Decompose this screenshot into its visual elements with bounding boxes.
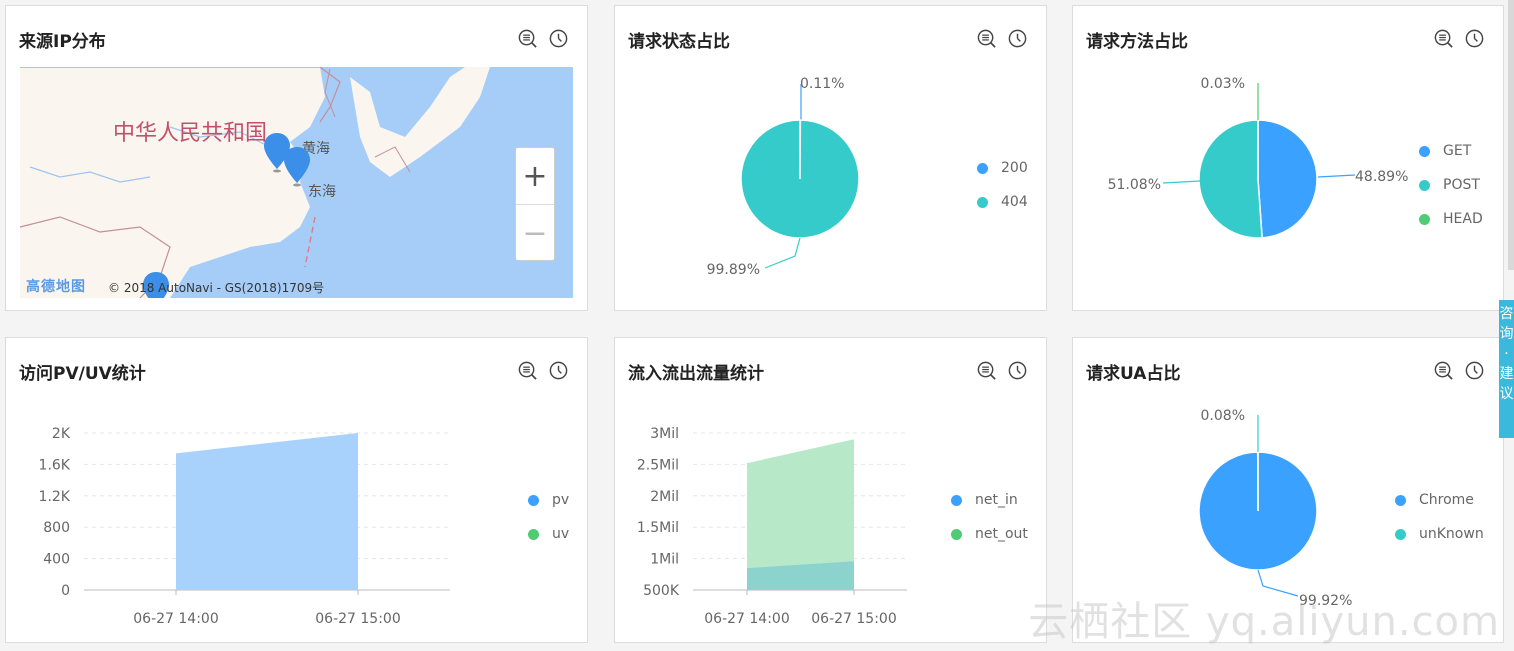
status-ratio-card: 请求状态占比 0.11% 99.89% 200 404 <box>614 5 1047 311</box>
pie-label-line <box>1317 174 1356 178</box>
y-tick-label: 1.5Mil <box>637 520 679 536</box>
card-title: 来源IP分布 <box>19 32 106 52</box>
legend-label: 404 <box>1001 194 1028 210</box>
y-tick-label: 1.2K <box>39 489 71 505</box>
y-tick-label: 1Mil <box>650 552 679 568</box>
pie-data-label: 0.08% <box>1201 408 1245 424</box>
legend-label: net_out <box>975 526 1028 542</box>
legend-dot <box>1395 494 1406 506</box>
pie-label-line <box>1162 180 1201 184</box>
legend-item[interactable]: uv <box>528 517 569 551</box>
legend-label: pv <box>552 492 570 508</box>
legend-item[interactable]: GET <box>1419 134 1483 168</box>
card-actions <box>517 28 569 49</box>
legend-label: HEAD <box>1443 211 1483 227</box>
legend-item[interactable]: 404 <box>977 185 1028 219</box>
y-tick-label: 800 <box>43 520 70 536</box>
legend-item[interactable]: Chrome <box>1395 483 1484 517</box>
zoom-list-icon[interactable] <box>517 28 538 49</box>
legend-item[interactable]: unKnown <box>1395 517 1484 551</box>
method-legend: GET POST HEAD <box>1419 134 1483 236</box>
pie-data-label: 51.08% <box>1108 177 1161 193</box>
y-tick-label: 1.6K <box>39 457 71 473</box>
traffic-legend: net_in net_out <box>951 483 1028 551</box>
pie-data-label: 99.89% <box>707 262 760 278</box>
legend-label: net_in <box>975 492 1018 508</box>
legend-dot <box>951 494 962 506</box>
watermark: 云栖社区 yq.aliyun.com <box>1028 599 1500 645</box>
legend-dot <box>977 162 988 174</box>
ip-map[interactable]: 中华人民共和国 黄海 东海 + − 高德地图 © 2018 AutoNavi -… <box>20 67 573 298</box>
page-scrollbar[interactable] <box>1508 0 1514 270</box>
legend-label: unKnown <box>1419 526 1484 542</box>
y-tick-label: 0 <box>61 583 70 599</box>
area-series-net_out <box>747 439 854 569</box>
map-marker-pin-icon[interactable] <box>284 147 310 191</box>
legend-dot <box>1395 528 1406 540</box>
y-tick-label: 3Mil <box>650 426 679 442</box>
map-copyright: © 2018 AutoNavi - GS(2018)1709号 <box>108 281 325 295</box>
pvuv-card: 访问PV/UV统计 0 400 800 1.2K 1.6K 2K 06-27 14:00 06… <box>5 337 588 643</box>
y-tick-label: 2Mil <box>650 489 679 505</box>
legend-label: GET <box>1443 143 1472 159</box>
legend-label: Chrome <box>1419 492 1474 508</box>
map-zoom-out-button[interactable]: − <box>516 204 554 261</box>
map-label-east-sea: 东海 <box>308 184 336 200</box>
x-tick-label: 06-27 15:00 <box>811 611 896 627</box>
legend-dot <box>977 196 988 208</box>
legend-dot <box>1419 145 1430 157</box>
legend-item[interactable]: HEAD <box>1419 202 1483 236</box>
legend-item[interactable]: pv <box>528 483 569 517</box>
legend-dot <box>528 494 539 506</box>
pie-slice <box>1198 119 1263 239</box>
legend-dot <box>951 528 962 540</box>
legend-dot <box>1419 179 1430 191</box>
legend-item[interactable]: 200 <box>977 151 1028 185</box>
legend-dot <box>1419 213 1430 225</box>
legend-label: 200 <box>1001 160 1028 176</box>
pie-label-line <box>764 237 801 269</box>
legend-label: uv <box>552 526 570 542</box>
legend-item[interactable]: net_in <box>951 483 1028 517</box>
feedback-side-tab[interactable]: 咨询·建议 <box>1499 300 1514 438</box>
clock-icon[interactable] <box>548 28 569 49</box>
x-tick-label: 06-27 15:00 <box>315 611 400 627</box>
map-zoom-in-button[interactable]: + <box>516 148 554 204</box>
pie-data-label: 0.03% <box>1201 76 1245 92</box>
status-legend: 200 404 <box>977 151 1028 219</box>
area-series-pv <box>176 433 358 590</box>
ip-distribution-card: 来源IP分布 中华人民共和国 黄海 东海 + − 高德地图 © 2018 Aut… <box>5 5 588 311</box>
pie-slice <box>740 119 860 239</box>
legend-item[interactable]: POST <box>1419 168 1483 202</box>
ua-legend: Chrome unKnown <box>1395 483 1484 551</box>
y-tick-label: 500K <box>643 583 680 599</box>
method-ratio-card: 请求方法占比 48.89% 51.08% 0.03% GET POST HEAD <box>1072 5 1504 311</box>
legend-label: POST <box>1443 177 1480 193</box>
y-tick-label: 2K <box>52 426 71 442</box>
x-tick-label: 06-27 14:00 <box>704 611 789 627</box>
traffic-card: 流入流出流量统计 500K 1Mil 1.5Mil 2Mil 2.5Mil 3Mil 06-… <box>614 337 1047 643</box>
y-tick-label: 400 <box>43 552 70 568</box>
y-tick-label: 2.5Mil <box>637 457 679 473</box>
pvuv-legend: pv uv <box>528 483 569 551</box>
x-tick-label: 06-27 14:00 <box>133 611 218 627</box>
pie-data-label: 0.11% <box>800 76 844 92</box>
map-provider-logo: 高德地图 <box>26 279 86 295</box>
pvuv-area-chart: 0 400 800 1.2K 1.6K 2K 06-27 14:00 06-27 15:00 <box>39 426 450 627</box>
map-label-country: 中华人民共和国 <box>113 121 268 146</box>
legend-item[interactable]: net_out <box>951 517 1028 551</box>
pie-data-label: 48.89% <box>1355 169 1408 185</box>
map-zoom-control: + − <box>515 147 555 261</box>
pie-slice <box>1257 119 1318 239</box>
legend-dot <box>528 528 539 540</box>
